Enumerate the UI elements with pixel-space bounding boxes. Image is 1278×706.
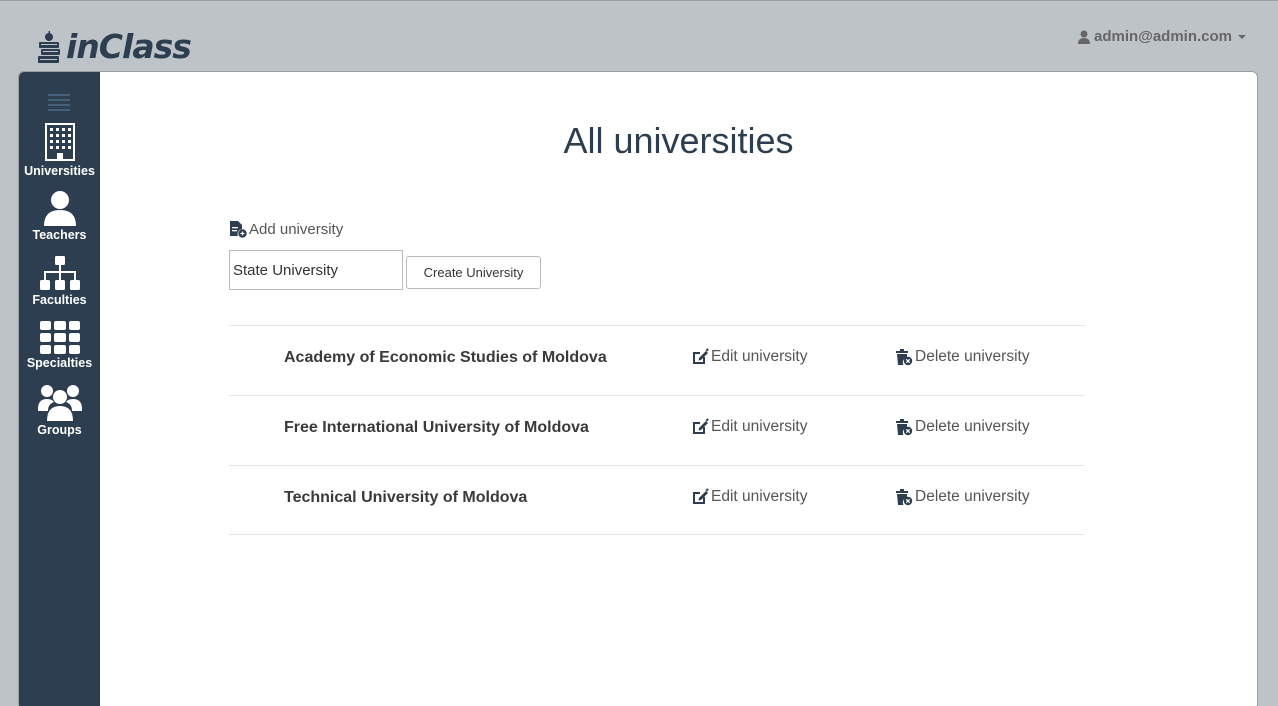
university-name-input[interactable]: [229, 250, 403, 290]
edit-university-button[interactable]: Edit university: [691, 488, 807, 506]
delete-label: Delete university: [915, 488, 1030, 505]
delete-university-button[interactable]: Delete university: [895, 488, 1030, 506]
sidebar: Universities Teachers Faculties Specialt…: [19, 72, 100, 706]
logo-text: inClass: [66, 27, 192, 66]
chevron-down-icon: [1238, 34, 1246, 39]
sidebar-item-groups[interactable]: Groups: [19, 383, 100, 445]
users-icon: [37, 385, 82, 421]
books-apple-icon: [38, 31, 60, 63]
edit-label: Edit university: [711, 418, 808, 435]
university-name: Academy of Economic Studies of Moldova: [284, 349, 607, 366]
top-bar: inClass admin@admin.com: [0, 0, 1278, 72]
building-icon: [44, 123, 75, 161]
user-icon: [1078, 30, 1091, 44]
sidebar-item-label: Groups: [37, 423, 82, 437]
sidebar-item-label: Specialties: [26, 356, 93, 370]
delete-university-button[interactable]: Delete university: [895, 418, 1030, 436]
sitemap-icon: [39, 256, 80, 290]
universities-table: Academy of Economic Studies of Moldova E…: [229, 325, 1085, 535]
sidebar-item-label: Teachers: [32, 228, 87, 242]
sidebar-item-universities[interactable]: Universities: [19, 122, 100, 184]
edit-icon: [693, 418, 709, 434]
edit-label: Edit university: [711, 348, 808, 365]
app-logo[interactable]: inClass: [36, 27, 192, 66]
table-row: Academy of Economic Studies of Moldova E…: [229, 325, 1085, 395]
hamburger-menu-icon[interactable]: [48, 94, 70, 111]
user-menu[interactable]: admin@admin.com: [1078, 28, 1246, 45]
user-email: admin@admin.com: [1094, 28, 1232, 45]
sidebar-item-faculties[interactable]: Faculties: [19, 255, 100, 317]
table-row: Technical University of Moldova Edit uni…: [229, 465, 1085, 535]
trash-icon: [896, 419, 913, 436]
user-icon: [43, 191, 76, 226]
delete-university-button[interactable]: Delete university: [895, 348, 1030, 366]
sidebar-item-label: Faculties: [32, 293, 87, 307]
trash-icon: [896, 349, 913, 366]
edit-icon: [693, 488, 709, 504]
delete-label: Delete university: [915, 418, 1030, 435]
edit-icon: [693, 348, 709, 364]
add-university-text: Add university: [249, 220, 344, 238]
university-name: Technical University of Moldova: [284, 489, 528, 506]
edit-university-button[interactable]: Edit university: [691, 418, 807, 436]
sidebar-item-specialties[interactable]: Specialties: [19, 320, 100, 382]
page-title: All universities: [563, 120, 794, 161]
create-university-button[interactable]: Create University: [406, 256, 541, 289]
file-add-icon: [230, 221, 247, 238]
sidebar-item-label: Universities: [24, 164, 95, 178]
content-panel: Universities Teachers Faculties Specialt…: [18, 71, 1258, 706]
trash-icon: [896, 489, 913, 506]
university-name: Free International University of Moldova: [284, 419, 589, 436]
table-row: Free International University of Moldova…: [229, 395, 1085, 465]
delete-label: Delete university: [915, 348, 1030, 365]
grid-icon: [39, 321, 80, 354]
edit-university-button[interactable]: Edit university: [691, 348, 807, 366]
sidebar-item-teachers[interactable]: Teachers: [19, 190, 100, 252]
add-university-label: Add university: [229, 220, 343, 238]
edit-label: Edit university: [711, 488, 808, 505]
main-content: All universities Add university Create U…: [100, 72, 1257, 706]
